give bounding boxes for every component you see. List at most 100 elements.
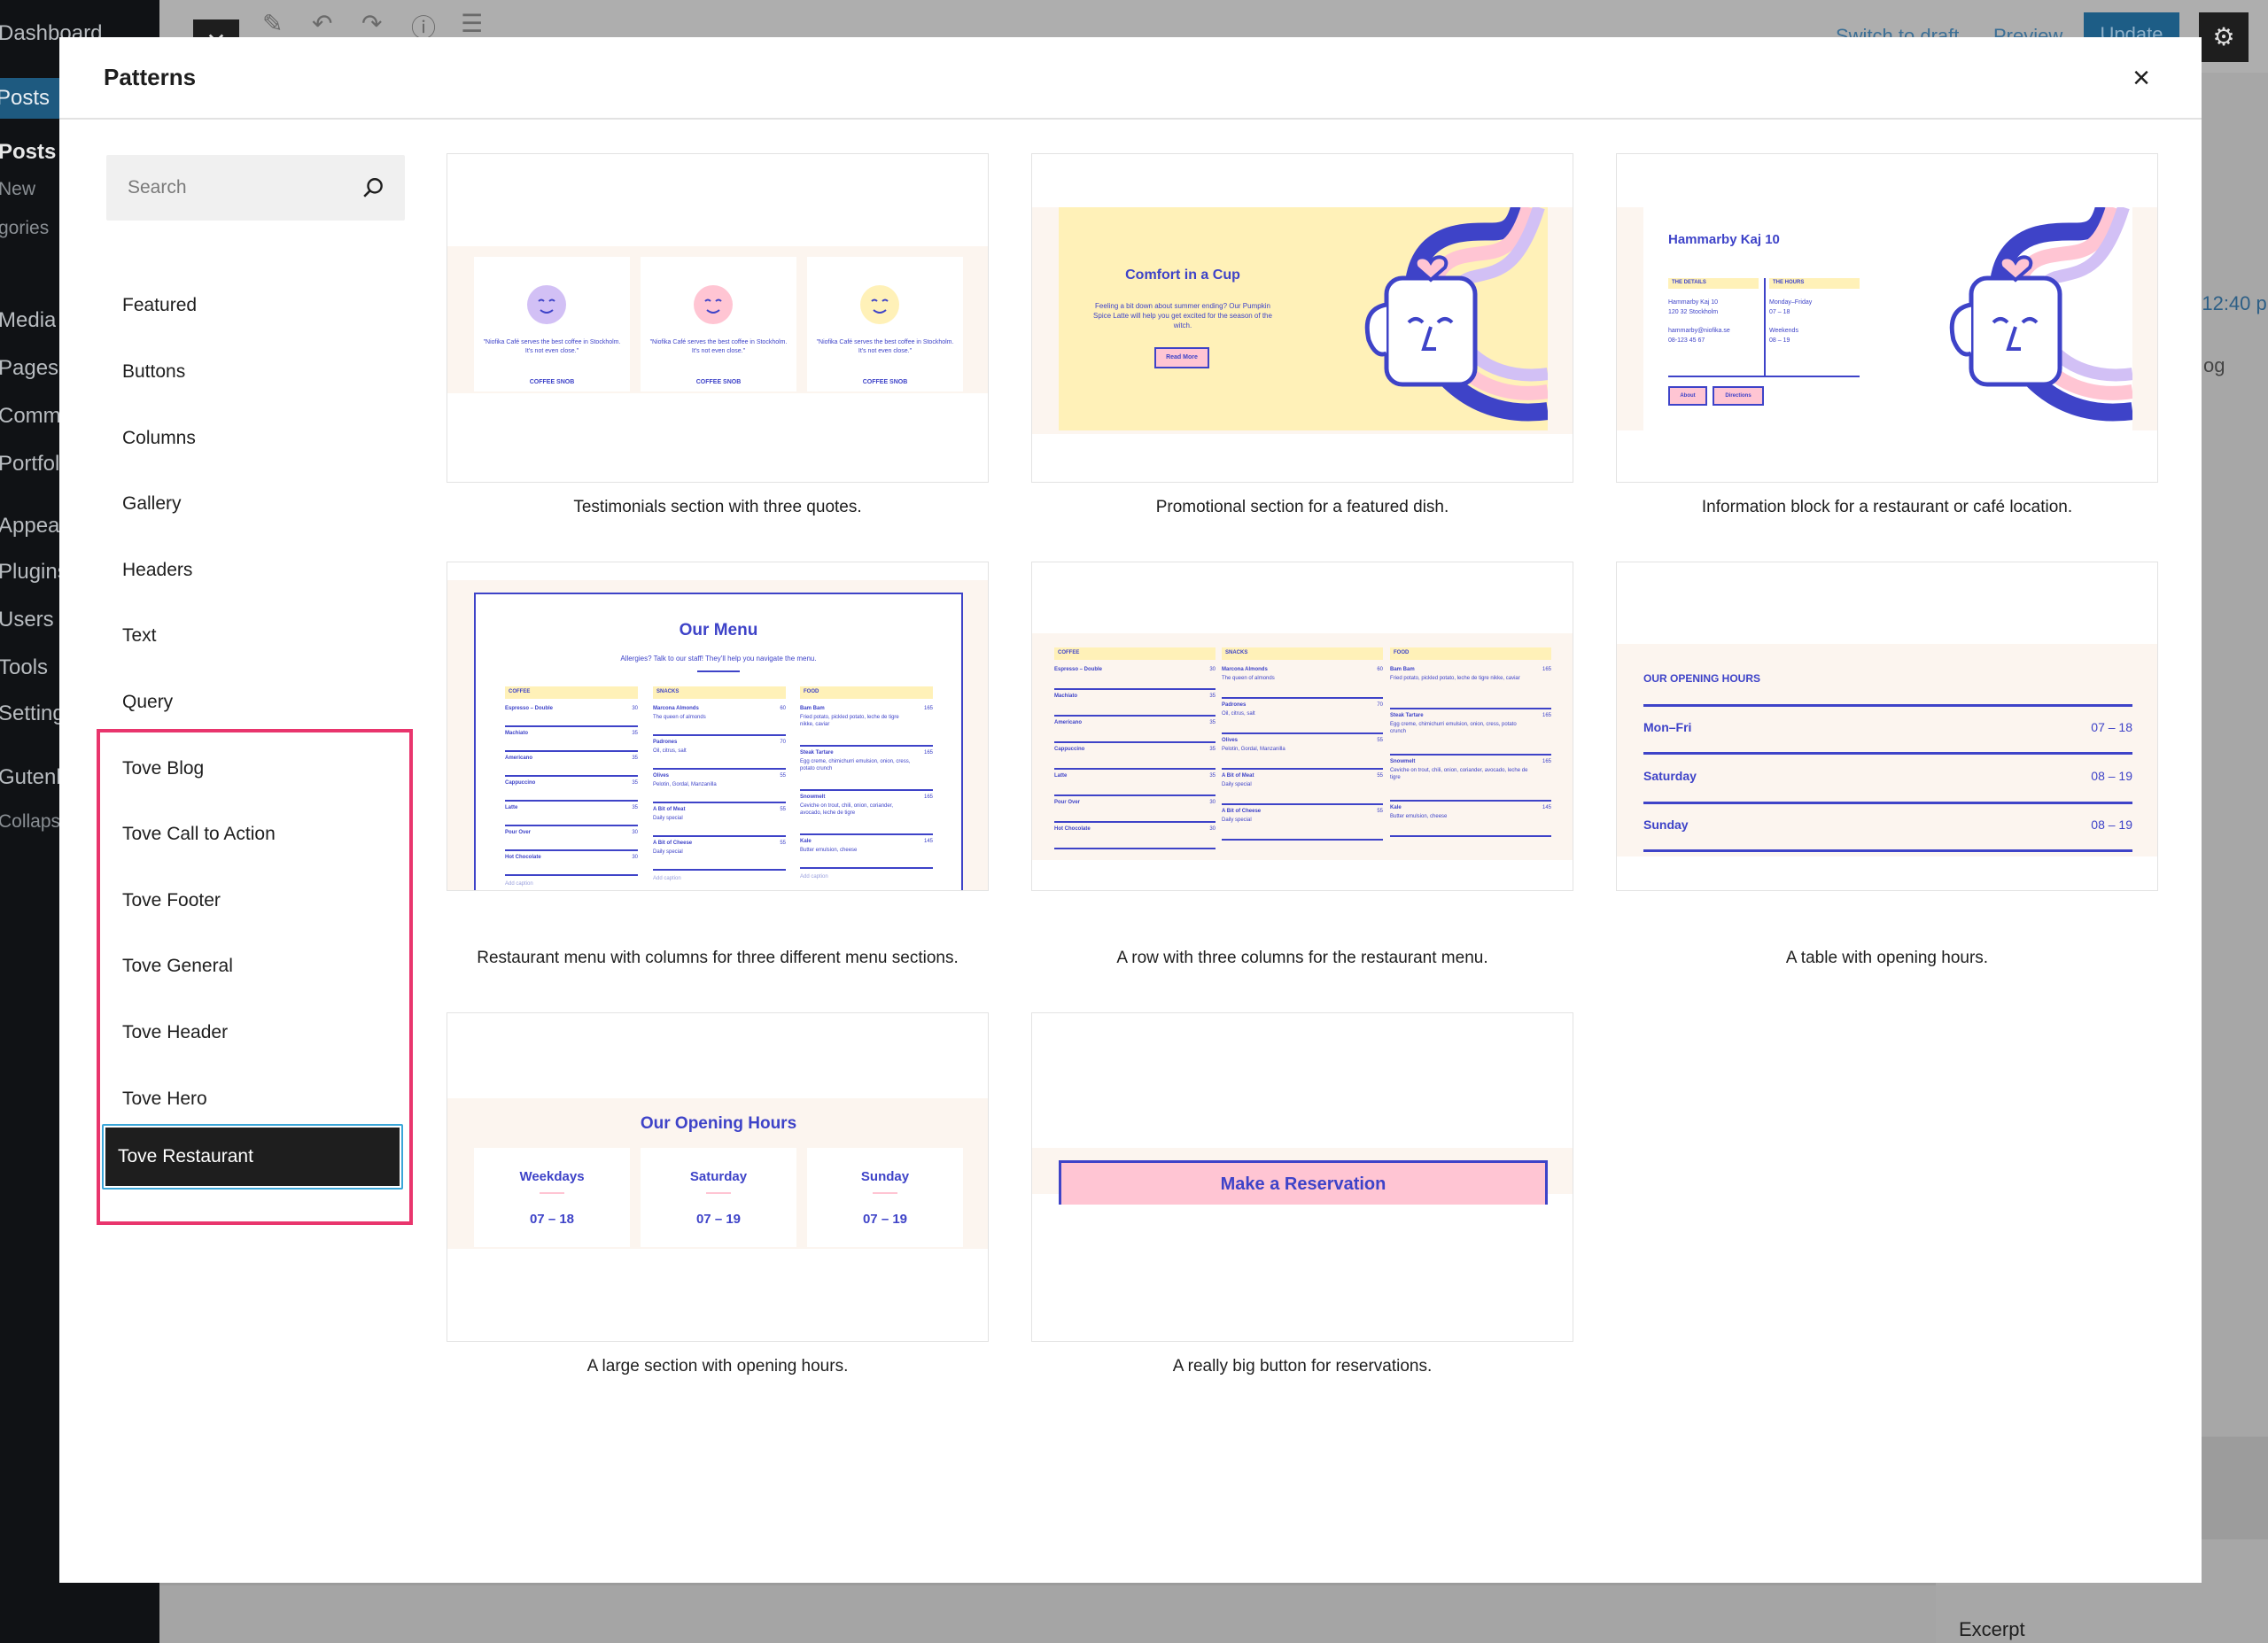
testimonial-box-3: "Niofika Café serves the best coffee in … <box>807 257 963 391</box>
pattern-caption: Restaurant menu with columns for three d… <box>477 949 959 967</box>
testimonial-quote: "Niofika Café serves the best coffee in … <box>483 339 621 354</box>
menu-item-name: Espresso – Double <box>505 706 554 711</box>
category-tove-blog[interactable]: Tove Blog <box>106 740 405 798</box>
menu-item-price: 145 <box>1542 805 1551 810</box>
menu-item-name: Pour Over <box>505 830 532 835</box>
menu-item-rule <box>1390 800 1551 802</box>
info-title: Hammarby Kaj 10 <box>1668 232 1780 247</box>
menu-item-name: Padrones <box>653 740 678 745</box>
menu-item-rule <box>800 745 933 747</box>
category-query[interactable]: Query <box>106 673 405 732</box>
category-text[interactable]: Text <box>106 607 405 665</box>
editor-canvas-bottom <box>159 1585 1936 1643</box>
smiley-face-icon <box>527 285 566 324</box>
pattern-card-info-block[interactable]: Hammarby Kaj 10 THE DETAILS THE HOURS Ha… <box>1616 153 2158 483</box>
menu-item-desc: Ceviche on trout, chili, onion, coriande… <box>800 803 894 816</box>
menu-item-desc: Daily special <box>1222 818 1252 823</box>
search-icon[interactable] <box>362 176 385 199</box>
admin-menu-plugins[interactable]: Plugins <box>0 560 68 585</box>
category-gallery[interactable]: Gallery <box>106 475 405 533</box>
testimonial-quote: "Niofika Café serves the best coffee in … <box>816 339 954 354</box>
admin-menu-tools[interactable]: Tools <box>0 655 48 680</box>
undo-icon[interactable]: ↶ <box>312 9 332 38</box>
excerpt-panel-title[interactable]: Excerpt <box>1959 1618 2025 1641</box>
admin-menu-pages[interactable]: Pages <box>0 356 58 381</box>
menu-col-header: FOOD <box>804 689 819 694</box>
menu-item-rule <box>1390 708 1551 709</box>
pattern-card-hours-table[interactable]: OUR OPENING HOURS Mon–Fri 07 – 18 Saturd… <box>1616 562 2158 891</box>
menu-item-price: 60 <box>1377 667 1383 672</box>
admin-submenu-all-posts[interactable]: Posts <box>0 140 56 165</box>
menu-item-name: Marcona Almonds <box>653 706 699 711</box>
reservation-button-preview: Make a Reservation <box>1059 1160 1548 1205</box>
category-columns[interactable]: Columns <box>106 409 405 468</box>
menu-item-rule <box>505 849 638 851</box>
pattern-card-large-hours[interactable]: Our Opening Hours Weekdays 07 – 18 Satur… <box>447 1012 989 1342</box>
settings-gear-icon[interactable]: ⚙ <box>2199 12 2249 62</box>
category-tove-hero[interactable]: Tove Hero <box>106 1070 405 1128</box>
admin-menu-media[interactable]: Media <box>0 308 56 333</box>
large-hours-col: Saturday 07 – 19 <box>641 1148 796 1247</box>
pattern-card-testimonials[interactable]: "Niofika Café serves the best coffee in … <box>447 153 989 483</box>
menu-item-rule <box>1390 754 1551 756</box>
category-tove-footer[interactable]: Tove Footer <box>106 872 405 930</box>
pencil-icon[interactable]: ✎ <box>262 9 283 38</box>
admin-submenu-new[interactable]: New <box>0 179 35 200</box>
menu-item-price: 165 <box>923 750 933 756</box>
menu-item-rule <box>800 867 933 869</box>
pattern-card-restaurant-menu[interactable]: Our Menu Allergies? Talk to our staff! T… <box>447 562 989 891</box>
menu-item-price: 165 <box>1542 667 1551 672</box>
search-field <box>106 155 405 221</box>
menu-item-price: 55 <box>1377 809 1383 814</box>
category-tove-general[interactable]: Tove General <box>106 937 405 996</box>
pattern-card-reservation-button[interactable]: Make a Reservation <box>1031 1012 1573 1342</box>
menu-item-desc: Fried potato, pickled potato, leche de t… <box>800 715 899 727</box>
menu-item-rule <box>653 802 786 803</box>
search-input[interactable] <box>106 155 354 221</box>
info-rule <box>1668 376 1860 377</box>
category-tove-restaurant[interactable]: Tove Restaurant <box>102 1124 403 1190</box>
menu-item-name: Kale <box>1390 805 1402 810</box>
smiley-face-icon <box>860 285 899 324</box>
menu-item-price: 70 <box>1377 702 1383 708</box>
category-tove-header[interactable]: Tove Header <box>106 1004 405 1062</box>
admin-submenu-categories[interactable]: gories <box>0 218 49 239</box>
menu-item-desc: Daily special <box>653 849 683 855</box>
menu-intro: Allergies? Talk to our staff! They'll he… <box>620 655 817 663</box>
hours-table-rule <box>1643 752 2132 755</box>
category-featured[interactable]: Featured <box>106 276 405 335</box>
menu-item-price: 145 <box>923 839 933 844</box>
category-headers[interactable]: Headers <box>106 541 405 600</box>
list-view-icon[interactable]: ☰ <box>461 9 483 38</box>
info-hours-label: THE HOURS <box>1773 280 1805 285</box>
info-about-button: About <box>1668 386 1707 406</box>
menu-item-desc: Oil, citrus, salt <box>1222 711 1255 717</box>
pattern-card-menu-row[interactable]: COFFEE Espresso – Double 30 Machiato 35 Ameri… <box>1031 562 1573 891</box>
menu-item-rule <box>1390 835 1551 837</box>
menu-caption-hint: Add caption <box>653 876 681 881</box>
menu-item-desc: Daily special <box>653 816 683 821</box>
menu-item-name: Hot Chocolate <box>1054 826 1091 832</box>
redo-icon[interactable]: ↷ <box>361 9 382 38</box>
large-hours-divider <box>873 1192 897 1194</box>
coffee-mug-illustration <box>1949 207 2132 422</box>
testimonial-cite: COFFEE SNOB <box>529 379 575 385</box>
close-icon[interactable]: × <box>2124 60 2159 96</box>
menu-item-name: Olives <box>1222 738 1239 743</box>
category-buttons[interactable]: Buttons <box>106 343 405 401</box>
menu-item-price: 30 <box>1209 667 1216 672</box>
pattern-caption: Promotional section for a featured dish. <box>1155 498 1449 516</box>
menu-item-name: Marcona Almonds <box>1222 667 1268 672</box>
category-tove-call-to-action[interactable]: Tove Call to Action <box>106 805 405 864</box>
pattern-card-promotional[interactable]: Comfort in a Cup Feeling a bit down abou… <box>1031 153 1573 483</box>
menu-item-rule <box>1054 821 1216 823</box>
menu-item-desc: Pelotin, Gordal, Manzanilla <box>653 782 717 787</box>
menu-col-header-bg <box>1390 647 1551 660</box>
menu-item-name: A Bit of Cheese <box>653 841 693 846</box>
menu-item-name: Padrones <box>1222 702 1247 708</box>
menu-item-rule <box>1222 732 1383 734</box>
testimonial-box-1: "Niofika Café serves the best coffee in … <box>474 257 630 391</box>
admin-menu-portfolio[interactable]: Portfoli <box>0 452 65 477</box>
menu-item-desc: Butter emulsion, cheese <box>800 848 858 853</box>
admin-menu-users[interactable]: Users <box>0 608 54 632</box>
